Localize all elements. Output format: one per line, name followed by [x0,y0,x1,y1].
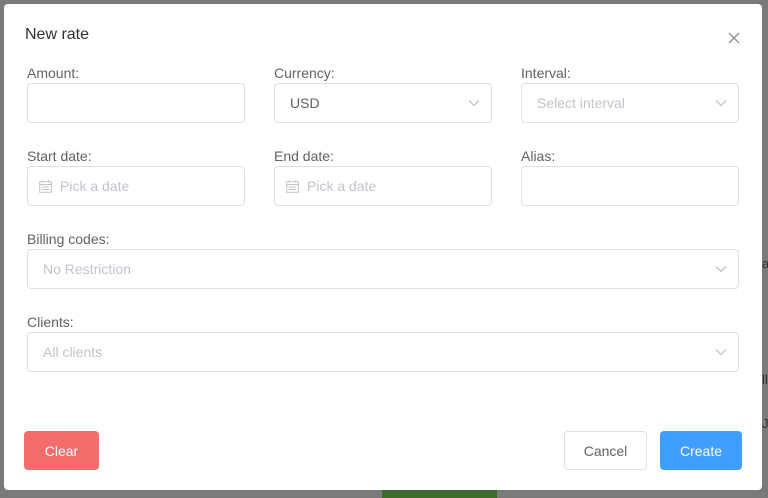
end-date-label: End date: [274,148,334,164]
alias-label: Alias: [521,148,556,164]
billing-codes-label: Billing codes: [27,231,110,247]
billing-codes-placeholder: No Restriction [43,261,131,277]
background-text: J [762,416,768,431]
end-date-picker[interactable]: Pick a date [274,166,492,206]
background-text: ll [762,372,768,387]
chevron-down-icon [468,100,480,107]
close-icon[interactable] [725,29,743,47]
start-date-picker[interactable]: Pick a date [27,166,245,206]
end-date-placeholder: Pick a date [307,178,377,194]
billing-codes-select[interactable]: No Restriction [27,249,739,289]
chevron-down-icon [715,266,727,273]
calendar-icon [39,179,52,193]
interval-placeholder: Select interval [537,95,625,111]
create-button[interactable]: Create [660,431,742,470]
dialog-title: New rate [25,26,90,43]
new-rate-dialog: New rate Amount: Currency: USD Interval:… [4,4,762,490]
clients-label: Clients: [27,314,74,330]
clients-select[interactable]: All clients [27,332,739,372]
interval-label: Interval: [521,65,571,81]
cancel-button[interactable]: Cancel [564,431,647,470]
currency-label: Currency: [274,65,335,81]
background-text: a [762,256,768,271]
amount-input[interactable] [27,83,245,123]
start-date-label: Start date: [27,148,92,164]
alias-input[interactable] [521,166,739,206]
calendar-icon [286,179,299,193]
clear-button[interactable]: Clear [24,431,99,470]
start-date-placeholder: Pick a date [60,178,130,194]
chevron-down-icon [715,349,727,356]
chevron-down-icon [715,100,727,107]
amount-label: Amount: [27,65,80,81]
clients-placeholder: All clients [43,344,103,360]
currency-select[interactable]: USD [274,83,492,123]
currency-value: USD [290,95,320,111]
interval-select[interactable]: Select interval [521,83,739,123]
